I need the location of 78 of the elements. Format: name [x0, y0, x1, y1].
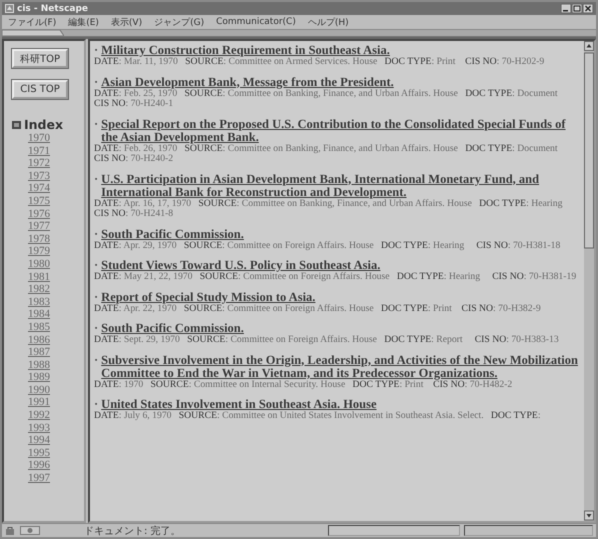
component-bar-icon[interactable] [20, 526, 40, 535]
year-link[interactable]: 1981 [28, 270, 50, 284]
document-title-link[interactable]: Student Views Toward U.S. Policy in Southeast Asia. [101, 259, 380, 272]
year-link[interactable]: 1990 [28, 384, 50, 396]
document-details: DATE: May 21, 22, 1970 SOURCE: Committee on Foreign Affairs. House DOC TYPE: Hearing CIS NO: 70-H381-19 [94, 272, 578, 282]
document-title-link[interactable]: South Pacific Commission. [101, 228, 244, 240]
bullet-mark: · [94, 76, 98, 88]
index-icon [12, 120, 21, 128]
bullet-mark: · [94, 172, 98, 188]
year-link[interactable]: 1978 [28, 232, 50, 246]
year-link[interactable]: 1975 [28, 194, 50, 208]
year-link[interactable]: 1993 [28, 422, 50, 434]
year-link[interactable]: 1972 [28, 157, 50, 170]
app-icon [5, 4, 14, 13]
document-details: DATE: Apr. 29, 1970 SOURCE: Committee on Foreign Affairs. House DOC TYPE: Hearing CIS NO: 70-H381-18 [94, 240, 562, 251]
menu-item[interactable]: ジャンプ(G) [154, 16, 204, 28]
minimize-button[interactable] [561, 4, 571, 13]
year-link[interactable]: 1995 [28, 446, 50, 460]
document-title-link[interactable]: South Pacific Commission. [101, 322, 244, 335]
year-link[interactable]: 1982 [28, 283, 50, 296]
menu-item[interactable]: 表示(V) [110, 16, 142, 28]
year-link[interactable]: 1987 [28, 346, 50, 359]
status-text: ドキュメント: 完了。 [84, 524, 182, 538]
bullet-mark: · [94, 118, 98, 132]
bullet-mark: · [94, 354, 98, 368]
document-title-link[interactable]: Military Construction Requirement in Southeast Asia. [101, 44, 390, 57]
year-link[interactable]: 1977 [28, 220, 50, 233]
menu-item[interactable]: ファイル(F) [8, 16, 56, 28]
document-title-link[interactable]: United States Involvement in Southeast Asia. House [101, 398, 377, 411]
document-details: DATE: Apr. 16, 17, 1970 SOURCE: Committee on Banking, Finance, and Urban Affairs. House DOC TYPE: Hearing CIS NO: 70-H241-8 [94, 198, 564, 220]
menu-item[interactable]: Communicator(C) [216, 17, 296, 27]
document-title-link[interactable]: Asian Development Bank, Message from the President. [101, 76, 394, 88]
document-title-link[interactable]: U.S. Participation in Asian Development Bank, International Monetary Fund, and International Bank for Reconstruction and Development. [101, 172, 580, 198]
document-details: DATE: Feb. 25, 1970 SOURCE: Committee on Banking, Finance, and Urban Affairs. House DOC TYPE: Document CIS NO: 70-H240-1 [94, 88, 559, 110]
document-details: DATE: July 6, 1970 SOURCE: Committee on United States Involvement in Southeast Asia. Select. DOC TYPE: [94, 411, 542, 422]
menu-item[interactable]: 編集(E) [68, 16, 99, 28]
collapsed-toolbar-tab[interactable] [2, 30, 64, 36]
year-link[interactable]: 1970 [28, 132, 50, 145]
document-details: DATE: Feb. 26, 1970 SOURCE: Committee on Banking, Finance, and Urban Affairs. House DOC TYPE: Document CIS NO: 70-H240-2 [94, 144, 559, 164]
year-link[interactable]: 1989 [28, 371, 50, 384]
bullet-mark: · [94, 322, 98, 335]
document-details: DATE: 1970 SOURCE: Committee on Internal Security. House DOC TYPE: Print CIS NO: 70-H482-2 [94, 380, 514, 390]
year-link[interactable]: 1980 [28, 258, 50, 271]
document-title-link[interactable]: Report of Special Study Mission to Asia. [101, 290, 316, 304]
year-link[interactable]: 1986 [28, 334, 50, 346]
year-link[interactable]: 1971 [28, 144, 50, 158]
year-link[interactable]: 1988 [28, 358, 50, 372]
document-title-link[interactable]: Subversive Involvement in the Origin, Leadership, and Activities of the New Mobilization Committee to End the War in Vietnam, and its Predecessor Organizations. [101, 354, 580, 380]
maximize-button[interactable] [572, 4, 582, 13]
menu-item[interactable]: ヘルプ(H) [308, 16, 349, 28]
document-details: DATE: Apr. 22, 1970 SOURCE: Committee on Foreign Affairs. House DOC TYPE: Print CIS NO: 70-H382-9 [94, 304, 542, 314]
year-link[interactable]: 1991 [28, 396, 50, 410]
bullet-mark: · [94, 290, 98, 304]
vertical-scrollbar[interactable] [584, 41, 594, 521]
bullet-mark: · [94, 44, 98, 57]
bullet-mark: · [94, 398, 98, 411]
year-link[interactable]: 1983 [28, 296, 50, 308]
close-button[interactable] [583, 4, 593, 13]
navigation-button[interactable]: 科研TOP [12, 49, 68, 68]
index-heading: Index [24, 117, 64, 132]
navigation-button[interactable]: CIS TOP [12, 80, 68, 99]
document-title-link[interactable]: Special Report on the Proposed U.S. Contribution to the Consolidated Special Funds of the Asian Development Bank. [101, 118, 580, 144]
window-title: cis - Netscape [17, 4, 90, 14]
year-link[interactable]: 1974 [28, 182, 50, 195]
year-link[interactable]: 1973 [28, 170, 50, 182]
year-link[interactable]: 1976 [28, 208, 50, 220]
bullet-mark: · [94, 259, 98, 272]
document-details: DATE: Sept. 29, 1970 SOURCE: Committee on Foreign Affairs. House DOC TYPE: Report CIS NO: 70-H383-13 [94, 335, 560, 346]
bullet-mark: · [94, 228, 98, 240]
year-link[interactable]: 1997 [28, 472, 50, 485]
year-link[interactable]: 1985 [28, 320, 50, 334]
year-link[interactable]: 1979 [28, 245, 50, 258]
document-details: DATE: Mar. 11, 1970 SOURCE: Committee on Armed Services. House DOC TYPE: Print CIS NO: 70-H202-9 [94, 57, 546, 68]
year-link[interactable]: 1996 [28, 459, 50, 472]
year-link[interactable]: 1984 [28, 308, 50, 321]
year-link[interactable]: 1994 [28, 434, 50, 447]
year-link[interactable]: 1992 [28, 409, 50, 422]
security-icon[interactable] [5, 526, 16, 535]
